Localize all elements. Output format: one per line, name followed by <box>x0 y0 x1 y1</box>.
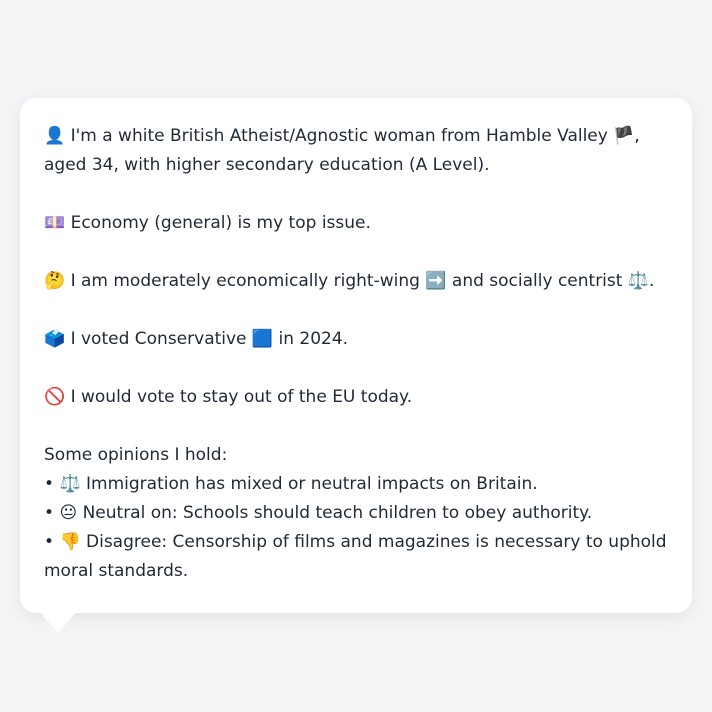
message-bubble: 👤 I'm a white British Atheist/Agnostic w… <box>20 98 692 613</box>
opinion-text: Immigration has mixed or neutral impacts… <box>86 474 538 494</box>
vote-year-text: in 2024. <box>278 329 349 349</box>
opinion-item: • 👎 Disagree: Censorship of films and ma… <box>44 528 668 586</box>
eu-text: I would vote to stay out of the EU today… <box>70 387 413 407</box>
opinion-item: • 😐 Neutral on: Schools should teach chi… <box>44 499 668 528</box>
opinion-text: Disagree: Censorship of films and magazi… <box>44 532 667 581</box>
thinking-face-icon: 🤔 <box>44 271 66 291</box>
bubble-tail <box>40 612 76 633</box>
ballot-box-icon: 🗳️ <box>44 329 66 349</box>
bullet: • <box>44 532 55 552</box>
opinion-item: • ⚖️ Immigration has mixed or neutral im… <box>44 470 668 499</box>
opinion-text: Neutral on: Schools should teach childre… <box>82 503 593 523</box>
identity-line: 👤 I'm a white British Atheist/Agnostic w… <box>44 122 668 180</box>
balance-scale-icon: ⚖️ <box>59 474 81 494</box>
bullet: • <box>44 474 55 494</box>
vote-line: 🗳️ I voted Conservative 🟦 in 2024. <box>44 325 668 354</box>
top-issue-text: Economy (general) is my top issue. <box>70 213 371 233</box>
top-issue-line: 💷 Economy (general) is my top issue. <box>44 209 668 238</box>
neutral-face-icon: 😐 <box>59 503 78 523</box>
identity-text: I'm a white British Atheist/Agnostic wom… <box>70 126 608 146</box>
ideology-line: 🤔 I am moderately economically right-win… <box>44 267 668 296</box>
vote-text: I voted Conservative <box>70 329 247 349</box>
right-arrow-icon: ➡️ <box>425 271 447 291</box>
person-icon: 👤 <box>44 126 66 146</box>
eu-line: 🚫 I would vote to stay out of the EU tod… <box>44 383 668 412</box>
ideology-text-social: and socially centrist <box>451 271 623 291</box>
prohibited-icon: 🚫 <box>44 387 66 407</box>
england-flag-icon: 🏴 <box>613 126 635 146</box>
pound-banknote-icon: 💷 <box>44 213 66 233</box>
blue-square-icon: 🟦 <box>251 329 274 349</box>
ideology-text-economic: I am moderately economically right-wing <box>70 271 420 291</box>
ideology-text-end: . <box>649 271 655 291</box>
thumbs-down-icon: 👎 <box>59 532 81 552</box>
opinions-heading: Some opinions I hold: <box>44 445 228 465</box>
balance-scale-icon: ⚖️ <box>627 271 650 291</box>
bullet: • <box>44 503 55 523</box>
